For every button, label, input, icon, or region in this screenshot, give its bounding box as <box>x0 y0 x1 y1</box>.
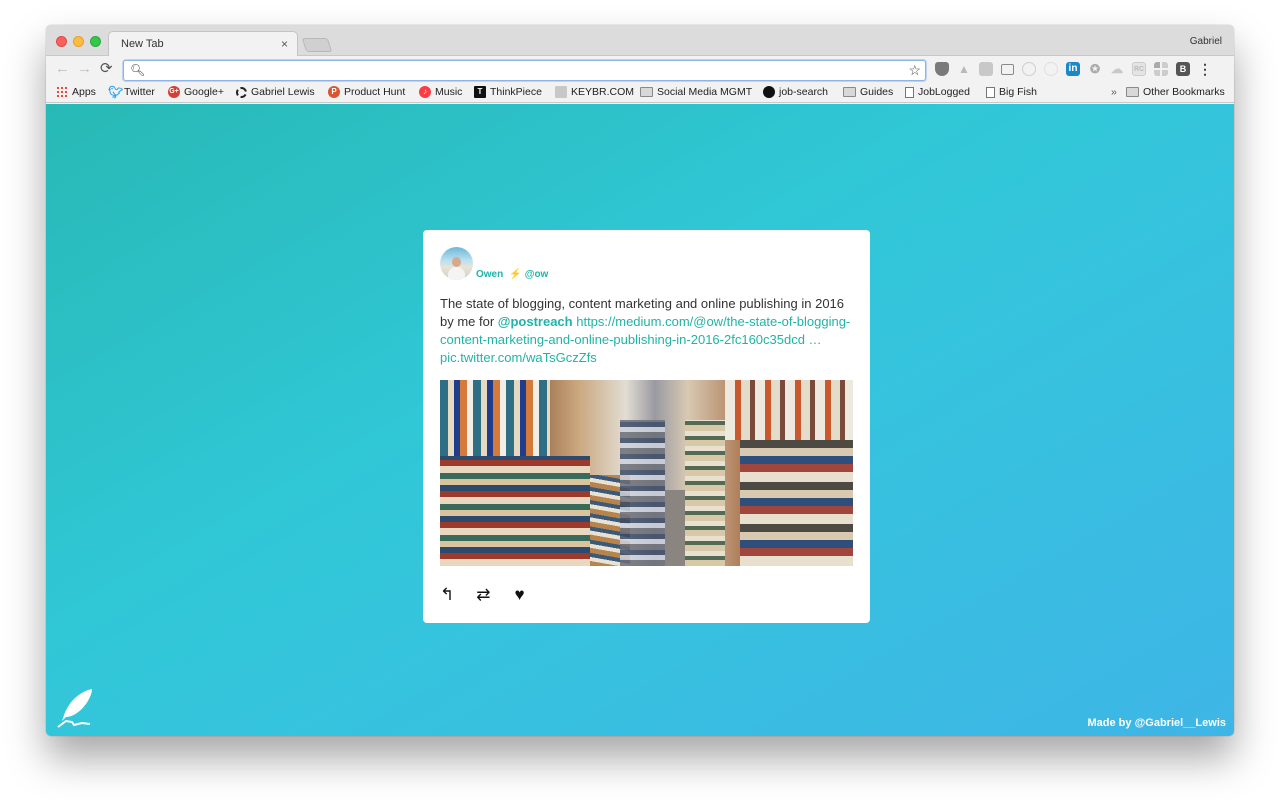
thinkpiece-icon: T <box>474 86 486 98</box>
cast-icon[interactable] <box>1001 63 1014 75</box>
google-drive-icon[interactable]: ▲ <box>957 62 971 76</box>
twitter-icon: 🐦︎ <box>108 85 124 99</box>
bookmark-social-media-mgmt[interactable]: Social Media MGMT <box>640 86 752 98</box>
bookmarks-overflow-button[interactable]: » <box>1111 86 1117 98</box>
browser-window: New Tab × Gabriel ← → ⟳ 🔍︎ ☆ ▲ in ✪ ☁ RC… <box>46 25 1234 736</box>
page-icon <box>986 86 995 98</box>
tweet-card: Owen ⚡ @ow The state of blogging, conten… <box>423 230 870 623</box>
site-icon <box>236 86 247 98</box>
new-tab-button[interactable] <box>301 38 333 52</box>
avatar[interactable] <box>440 247 473 280</box>
bookmark-guides[interactable]: Guides <box>843 86 893 98</box>
bookmark-gabriel-lewis[interactable]: Gabriel Lewis <box>236 86 315 98</box>
bookmark-thinkpiece[interactable]: T ThinkPiece <box>474 86 542 98</box>
folder-icon <box>640 87 653 97</box>
linkedin-icon[interactable]: in <box>1066 62 1080 76</box>
profile-name[interactable]: Gabriel <box>1190 36 1222 47</box>
heart-icon[interactable]: ♥ <box>515 586 525 603</box>
bookmark-job-search[interactable]: job-search <box>763 86 828 98</box>
retweet-icon[interactable]: ⇄ <box>476 586 490 603</box>
reply-icon[interactable]: ↰ <box>440 586 454 603</box>
google-plus-extension-icon[interactable] <box>979 62 993 76</box>
address-input[interactable] <box>146 62 906 79</box>
tab-strip: New Tab × Gabriel <box>46 25 1234 57</box>
window-maximize-button[interactable] <box>90 36 101 47</box>
bookmark-keybr[interactable]: KEYBR.COM <box>555 86 634 98</box>
bookmarks-bar: Apps 🐦︎ Twitter G+ Google+ Gabriel Lewis… <box>46 83 1234 103</box>
tab-new-tab[interactable]: New Tab × <box>108 31 298 57</box>
tweet-actions: ↰ ⇄ ♥ <box>440 582 853 606</box>
search-icon: 🔍︎ <box>130 63 146 77</box>
tab-title: New Tab <box>121 38 164 50</box>
bookmark-joblogged[interactable]: JobLogged <box>905 86 970 98</box>
bookmark-music[interactable]: ♪ Music <box>419 86 462 98</box>
github-icon <box>763 86 775 98</box>
reload-icon[interactable]: ⟳ <box>100 61 113 77</box>
music-icon: ♪ <box>419 86 431 98</box>
bolt-icon: ⚡ <box>509 269 522 280</box>
circle-extension-icon[interactable] <box>1022 62 1036 76</box>
back-icon[interactable]: ← <box>55 61 70 77</box>
window-close-button[interactable] <box>56 36 67 47</box>
chrome-menu-icon[interactable]: ⋮ <box>1198 62 1212 76</box>
author-handle[interactable]: @ow <box>525 269 549 280</box>
product-hunt-icon: P <box>328 86 340 98</box>
new-tab-page: Owen ⚡ @ow The state of blogging, conten… <box>46 104 1234 736</box>
bookmark-product-hunt[interactable]: P Product Hunt <box>328 86 405 98</box>
keybr-icon <box>555 86 567 98</box>
folder-icon <box>843 87 856 97</box>
bookmark-apps[interactable]: Apps <box>56 86 96 98</box>
apps-icon <box>56 86 68 98</box>
made-by-credit[interactable]: Made by @Gabriel__Lewis <box>1088 717 1227 729</box>
ring-extension-icon[interactable] <box>1044 62 1058 76</box>
ublock-icon[interactable] <box>935 62 949 76</box>
folder-icon <box>1126 87 1139 97</box>
bookmark-twitter[interactable]: 🐦︎ Twitter <box>108 86 155 98</box>
bookmark-big-fish[interactable]: Big Fish <box>986 86 1037 98</box>
bookmark-other-bookmarks[interactable]: Other Bookmarks <box>1126 86 1225 98</box>
tweet-image[interactable] <box>440 380 853 566</box>
tweet-text: The state of blogging, content marketing… <box>440 296 851 365</box>
window-minimize-button[interactable] <box>73 36 84 47</box>
google-plus-icon: G+ <box>168 86 180 98</box>
rc-extension-icon[interactable]: RC <box>1132 62 1146 76</box>
forward-icon[interactable]: → <box>77 61 92 77</box>
mention-link[interactable]: @postreach <box>498 314 573 329</box>
quill-logo-icon[interactable] <box>56 687 96 729</box>
bookmark-star-icon[interactable]: ☆ <box>908 62 921 79</box>
extensions-bar: ▲ in ✪ ☁ RC B ⋮ <box>935 62 1212 76</box>
grid-extension-icon[interactable] <box>1154 62 1168 76</box>
omnibox[interactable]: 🔍︎ ☆ <box>123 60 926 81</box>
page-icon <box>905 86 914 98</box>
bookmark-google-plus[interactable]: G+ Google+ <box>168 86 224 98</box>
b-extension-icon[interactable]: B <box>1176 62 1190 76</box>
author-name[interactable]: Owen <box>476 269 503 280</box>
toolbar: ← → ⟳ 🔍︎ ☆ ▲ in ✪ ☁ RC B ⋮ <box>46 56 1234 83</box>
tab-close-icon[interactable]: × <box>281 37 288 51</box>
cloud-extension-icon[interactable]: ☁ <box>1110 62 1124 76</box>
owl-icon[interactable]: ✪ <box>1088 62 1102 76</box>
tweet-author: Owen ⚡ @ow <box>440 246 853 280</box>
